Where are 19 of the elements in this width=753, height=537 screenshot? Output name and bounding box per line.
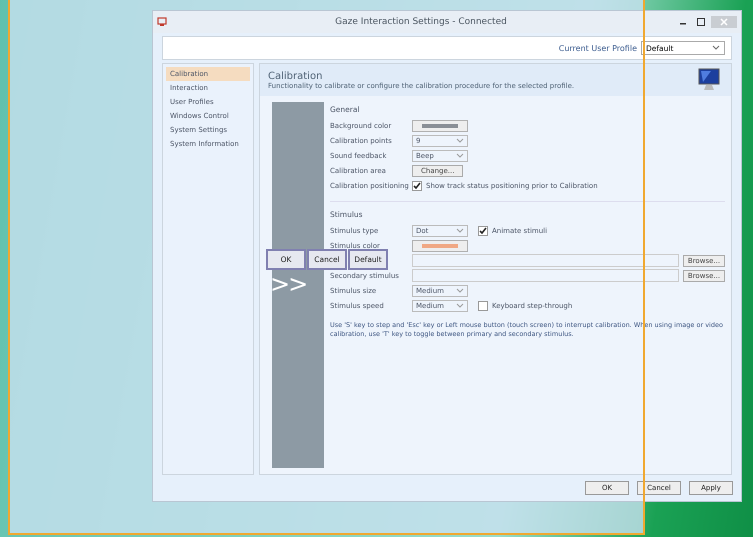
caret-icon (456, 152, 464, 158)
maximize-icon (697, 18, 705, 26)
color-picker-button[interactable] (412, 240, 468, 252)
caret-icon (456, 288, 464, 294)
app-icon (157, 17, 167, 27)
color-picker-button[interactable] (412, 120, 468, 132)
checkbox[interactable] (478, 226, 488, 236)
caret-icon (712, 45, 720, 51)
checkbox[interactable] (412, 180, 422, 190)
file-path-field[interactable] (412, 269, 679, 282)
caret-icon (456, 138, 464, 144)
close-icon (720, 18, 728, 26)
section-title: Calibration (268, 70, 324, 82)
window-title: Gaze Interaction Settings - Connected (334, 17, 508, 27)
caret-icon (456, 228, 464, 234)
profile-label: Current User Profile (558, 44, 637, 52)
file-path-field[interactable] (412, 254, 679, 267)
checkbox[interactable] (478, 300, 488, 310)
caret-icon (456, 302, 464, 308)
